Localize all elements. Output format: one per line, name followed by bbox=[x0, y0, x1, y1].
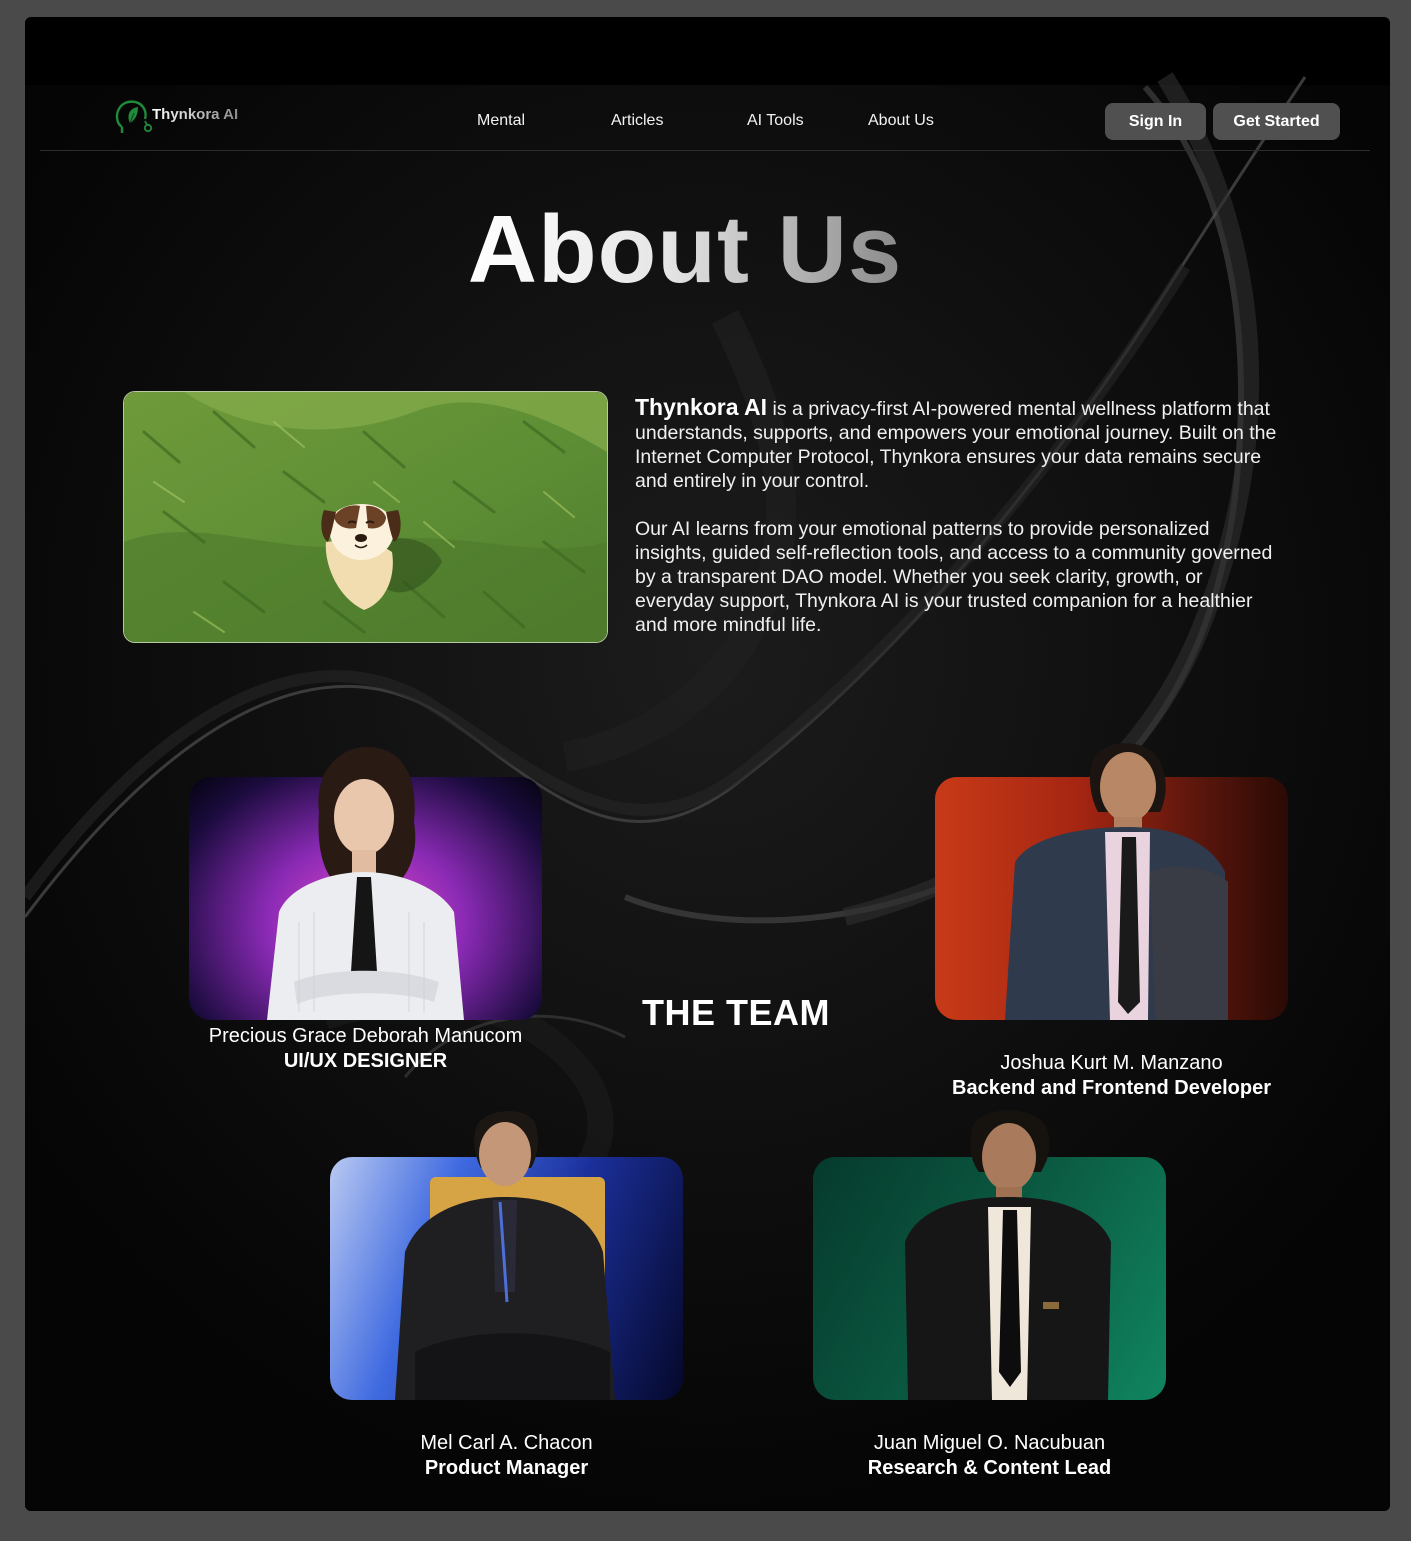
nav-link-articles[interactable]: Articles bbox=[611, 112, 663, 130]
member-role: Backend and Frontend Developer bbox=[952, 1077, 1271, 1099]
nav-link-ai-tools[interactable]: AI Tools bbox=[747, 112, 804, 130]
nav-link-mental[interactable]: Mental bbox=[477, 112, 525, 130]
about-description: Thynkora AI is a privacy-first AI-powere… bbox=[635, 395, 1285, 661]
logo[interactable]: Thynkora AI bbox=[112, 100, 238, 136]
member-portrait bbox=[267, 747, 464, 1020]
page-content: Thynkora AI Mental Articles AI Tools Abo… bbox=[25, 17, 1390, 1511]
member-portrait bbox=[1005, 743, 1228, 1020]
member-name: Juan Miguel O. Nacubuan bbox=[873, 1432, 1106, 1454]
team-member-card: Joshua Kurt M. Manzano Backend and Front… bbox=[935, 732, 1295, 1099]
member-portrait bbox=[395, 1111, 615, 1400]
team-member-card: Precious Grace Deborah Manucom UI/UX DES… bbox=[189, 742, 549, 1087]
member-role: Product Manager bbox=[424, 1457, 589, 1479]
page-title: About Us bbox=[25, 195, 1345, 305]
team-title: THE TEAM bbox=[642, 992, 830, 1033]
dog-in-grass-illustration bbox=[123, 391, 608, 643]
team-member-card: Juan Miguel O. Nacubuan Research & Conte… bbox=[813, 1102, 1173, 1479]
member-name: Precious Grace Deborah Manucom bbox=[208, 1025, 523, 1047]
get-started-button[interactable]: Get Started bbox=[1213, 103, 1340, 140]
member-role: UI/UX DESIGNER bbox=[283, 1050, 448, 1072]
about-paragraph-2: Our AI learns from your emotional patter… bbox=[635, 518, 1273, 636]
page-title-text: About Us bbox=[467, 196, 903, 303]
brand-name: Thynkora AI bbox=[152, 105, 239, 123]
nav-link-about-us[interactable]: About Us bbox=[868, 112, 934, 130]
about-paragraph-1: Thynkora AI is a privacy-first AI-powere… bbox=[635, 395, 1285, 493]
about-brand-name: Thynkora AI bbox=[635, 394, 768, 420]
sign-in-button[interactable]: Sign In bbox=[1105, 103, 1206, 140]
member-name: Mel Carl A. Chacon bbox=[420, 1432, 593, 1454]
page-frame: Thynkora AI Mental Articles AI Tools Abo… bbox=[25, 17, 1390, 1511]
member-role: Research & Content Lead bbox=[867, 1457, 1112, 1479]
navbar: Thynkora AI Mental Articles AI Tools Abo… bbox=[40, 84, 1370, 151]
member-name: Joshua Kurt M. Manzano bbox=[1000, 1052, 1223, 1074]
leaf-head-icon bbox=[112, 97, 154, 139]
team-member-card: Mel Carl A. Chacon Product Manager bbox=[330, 1102, 690, 1479]
member-portrait bbox=[905, 1110, 1111, 1400]
